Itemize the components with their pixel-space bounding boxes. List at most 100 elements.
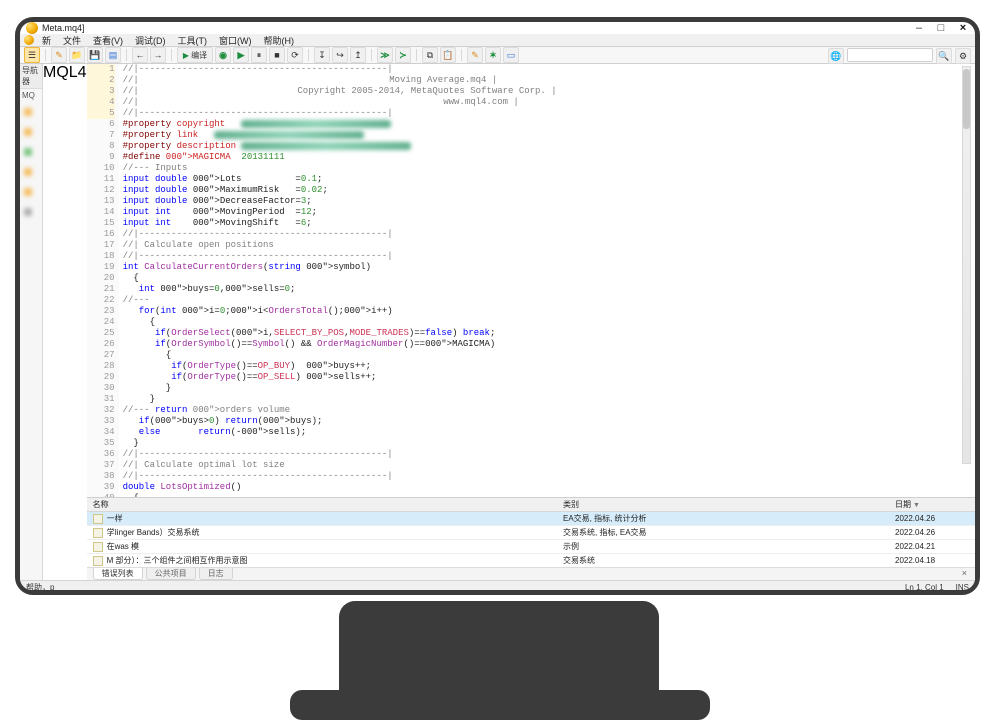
article-name: 学Iinger Bands）交易系统 xyxy=(107,527,200,538)
open-file-button[interactable]: 📁 xyxy=(69,47,85,63)
save-all-icon: ▤ xyxy=(109,50,118,61)
step-over-icon: ↪ xyxy=(336,50,344,61)
navigator-item[interactable] xyxy=(24,108,32,116)
folder-icon: 📁 xyxy=(71,50,82,61)
toolbar-sep xyxy=(308,49,309,61)
help-button[interactable]: 🌐 xyxy=(828,48,844,64)
back-button[interactable]: ← xyxy=(132,47,148,63)
highlight-button[interactable]: ✎ xyxy=(467,47,483,63)
toolbox-close-button[interactable]: × xyxy=(962,568,967,578)
table-row[interactable]: 学Iinger Bands）交易系统交易系统, 指标, EA交易2022.04.… xyxy=(87,526,975,540)
navigator-panel: 导航器 MQ xyxy=(20,64,43,580)
marker-icon: ✎ xyxy=(471,50,479,61)
compile-label: 编译 xyxy=(191,50,207,61)
line-gutter: 1234567891011121314151617181920212223242… xyxy=(87,64,119,497)
article-category: EA交易, 指标, 统计分析 xyxy=(563,514,647,523)
globe-icon: 🌐 xyxy=(830,51,841,62)
navigator-root[interactable]: MQ xyxy=(20,89,42,102)
save-icon: 💾 xyxy=(89,50,100,61)
toolbar-sep xyxy=(371,49,372,61)
terminal-button[interactable]: ▭ xyxy=(503,47,519,63)
menu-debug[interactable]: 调试(D) xyxy=(129,34,172,47)
table-row[interactable]: 一样EA交易, 指标, 统计分析2022.04.26 xyxy=(87,512,975,526)
menu-file[interactable]: 文件 xyxy=(57,34,87,47)
paste-button[interactable]: 📋 xyxy=(440,47,456,63)
clock-icon: ≻ xyxy=(399,50,407,61)
tab-projects[interactable]: 公共项目 xyxy=(146,568,196,580)
minimize-button[interactable]: – xyxy=(913,22,925,34)
stop-icon: ■ xyxy=(274,50,279,60)
compile-button[interactable]: ▶ 编译 xyxy=(177,47,213,63)
toolbar-sep xyxy=(461,49,462,61)
search-input[interactable] xyxy=(847,48,933,62)
toolbox-tabs: 错误列表 公共项目 日志 × xyxy=(87,567,975,580)
content: 导航器 MQ MQL4 1234567891011121314151617181… xyxy=(20,64,975,580)
start-debug-button[interactable]: ▶ xyxy=(233,47,249,63)
step-out-button[interactable]: ↥ xyxy=(350,47,366,63)
stop-button[interactable]: ■ xyxy=(269,47,285,63)
navigator-title: 导航器 xyxy=(20,64,42,89)
editor-body[interactable]: 1234567891011121314151617181920212223242… xyxy=(87,64,975,497)
editor-scrollbar[interactable] xyxy=(962,66,971,464)
toolbar-sep xyxy=(416,49,417,61)
tab-errors[interactable]: 错误列表 xyxy=(93,568,143,580)
menu-window[interactable]: 窗口(W) xyxy=(213,34,258,47)
menu-help[interactable]: 帮助(H) xyxy=(258,34,301,47)
navigator-item[interactable] xyxy=(24,128,32,136)
col-date-header[interactable]: 日期▼ xyxy=(889,498,975,512)
navigator-toggle-button[interactable]: ☰ xyxy=(24,47,40,63)
article-name: 一样 xyxy=(107,513,123,524)
col-name-header[interactable]: 名称 xyxy=(87,498,557,512)
app-icon xyxy=(26,22,38,34)
article-category: 交易系统, 指标, EA交易 xyxy=(563,528,647,537)
toolbar-sep xyxy=(126,49,127,61)
profile-real-button[interactable]: ≫ xyxy=(377,47,393,63)
menu-tools[interactable]: 工具(T) xyxy=(172,34,214,47)
step-into-icon: ↧ xyxy=(318,50,326,61)
toolbar-sep xyxy=(171,49,172,61)
options-button[interactable]: ⚙ xyxy=(955,48,971,64)
menu-button-new[interactable]: 新 xyxy=(36,34,57,47)
new-file-button[interactable]: ✎ xyxy=(51,47,67,63)
navigator-item[interactable] xyxy=(24,188,32,196)
navigator-bottom-tab[interactable]: MQL4 xyxy=(43,64,87,580)
save-button[interactable]: 💾 xyxy=(87,47,103,63)
pause-button[interactable]: ⏸ xyxy=(251,47,267,63)
paste-icon: 📋 xyxy=(442,50,453,61)
tree-icon: ☰ xyxy=(28,50,36,61)
sort-desc-icon: ▼ xyxy=(913,502,920,509)
maximize-button[interactable]: □ xyxy=(935,22,947,34)
chart-icon: ≫ xyxy=(380,50,389,61)
code-area[interactable]: //|-------------------------------------… xyxy=(119,64,975,497)
articles-list[interactable]: 名称 类别 日期▼ 一样EA交易, 指标, 统计分析2022.04.26学Iin… xyxy=(87,498,975,567)
article-category: 示例 xyxy=(563,542,579,551)
run-button[interactable]: ◉ xyxy=(215,47,231,63)
play-icon: ▶ xyxy=(238,50,245,61)
status-caret-pos: Ln 1, Col 1 xyxy=(905,583,944,591)
scroll-thumb[interactable] xyxy=(963,69,970,129)
menubar: 新 文件 查看(V) 调试(D) 工具(T) 窗口(W) 帮助(H) xyxy=(20,34,975,47)
restart-button[interactable]: ⟳ xyxy=(287,47,303,63)
menu-view[interactable]: 查看(V) xyxy=(87,34,129,47)
profile-history-button[interactable]: ≻ xyxy=(395,47,411,63)
save-all-button[interactable]: ▤ xyxy=(105,47,121,63)
step-over-button[interactable]: ↪ xyxy=(332,47,348,63)
status-left: 帮助，p xyxy=(26,582,54,591)
navigator-item[interactable] xyxy=(24,168,32,176)
arrow-left-icon: ← xyxy=(136,50,145,60)
styling-button[interactable]: ✶ xyxy=(485,47,501,63)
navigator-item[interactable] xyxy=(24,208,32,216)
compile-icon: ▶ xyxy=(183,51,189,60)
col-category-header[interactable]: 类别 xyxy=(557,498,889,512)
forward-button[interactable]: → xyxy=(150,47,166,63)
close-button[interactable]: × xyxy=(957,22,969,34)
copy-button[interactable]: ⧉ xyxy=(422,47,438,63)
tab-log[interactable]: 日志 xyxy=(199,568,233,580)
navigator-item[interactable] xyxy=(24,148,32,156)
search-button[interactable]: 🔍 xyxy=(936,48,952,64)
step-into-button[interactable]: ↧ xyxy=(314,47,330,63)
status-insert-mode: INS xyxy=(956,583,969,591)
table-row[interactable]: M 部分）：三个组件之间相互作用示意图交易系统2022.04.18 xyxy=(87,554,975,568)
article-date: 2022.04.18 xyxy=(895,556,935,565)
table-row[interactable]: 在was 模示例2022.04.21 xyxy=(87,540,975,554)
